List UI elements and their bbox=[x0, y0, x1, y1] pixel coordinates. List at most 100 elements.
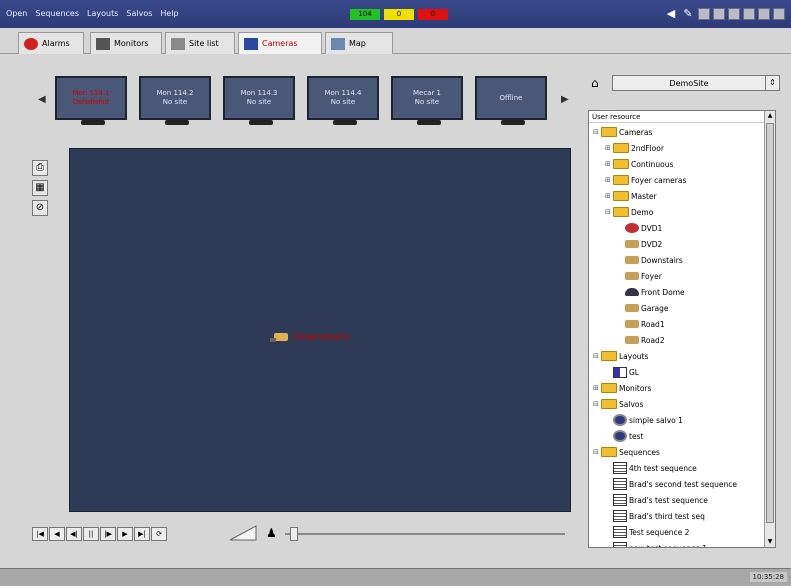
tree-node[interactable]: ⊟ Salvos bbox=[589, 396, 765, 412]
tree-node[interactable]: DVD2 bbox=[589, 236, 765, 252]
tree-node[interactable]: new test sequence 1 bbox=[589, 540, 765, 547]
play-button[interactable]: ▶ bbox=[117, 527, 133, 541]
layout-4x4-button[interactable] bbox=[743, 8, 755, 20]
timeline-slider-track[interactable] bbox=[285, 533, 565, 535]
layout-3x3-button[interactable] bbox=[728, 8, 740, 20]
person-icon[interactable]: ♟ bbox=[266, 526, 277, 540]
rewind-button[interactable]: ◀ bbox=[49, 527, 65, 541]
layout-2x2-button[interactable] bbox=[713, 8, 725, 20]
monitor-site: No site bbox=[162, 98, 188, 106]
warning-count-badge[interactable]: 0 bbox=[384, 9, 414, 20]
tab-label: Map bbox=[349, 39, 366, 48]
site-icon: ⌂ bbox=[591, 76, 599, 90]
tab-label: Cameras bbox=[262, 39, 298, 48]
scroll-up-icon[interactable]: ▲ bbox=[765, 111, 775, 121]
ok-count-badge[interactable]: 104 bbox=[350, 9, 380, 20]
collapse-icon[interactable]: ⊟ bbox=[605, 208, 613, 216]
folder-icon bbox=[613, 191, 629, 201]
tab-cameras[interactable]: Cameras bbox=[238, 32, 322, 54]
speaker-icon[interactable]: ◀ bbox=[664, 7, 678, 21]
tree-node[interactable]: Downstairs bbox=[589, 252, 765, 268]
tree-node-label: simple salvo 1 bbox=[629, 415, 683, 425]
menu-salvos[interactable]: Salvos bbox=[126, 9, 152, 18]
alarm-count-badge[interactable]: 0 bbox=[418, 9, 448, 20]
collapse-icon[interactable]: ⊟ bbox=[593, 400, 601, 408]
tree-node[interactable]: Test sequence 2 bbox=[589, 524, 765, 540]
tree-node[interactable]: Garage bbox=[589, 300, 765, 316]
tree-node-label: 2ndFloor bbox=[631, 143, 664, 153]
tab-site-list[interactable]: Site list bbox=[165, 32, 235, 54]
tree-node[interactable]: ⊞ Master bbox=[589, 188, 765, 204]
tree-node[interactable]: Road1 bbox=[589, 316, 765, 332]
go-to-end-button[interactable]: ▶| bbox=[134, 527, 150, 541]
camera-icon bbox=[244, 37, 258, 50]
tree-node[interactable]: test bbox=[589, 428, 765, 444]
monitor-tile[interactable]: Mon 114.1 Dsfsdfsfsd bbox=[55, 76, 127, 125]
tree-node[interactable]: Brad's third test seq bbox=[589, 508, 765, 524]
go-to-start-button[interactable]: |◀ bbox=[32, 527, 48, 541]
pause-button[interactable]: || bbox=[83, 527, 99, 541]
tree-node[interactable]: GL bbox=[589, 364, 765, 380]
monitor-tile[interactable]: Mon 114.4 No site bbox=[307, 76, 379, 125]
tree-node[interactable]: ⊞ Monitors bbox=[589, 380, 765, 396]
menu-sequences[interactable]: Sequences bbox=[35, 9, 79, 18]
tree-node[interactable]: Foyer bbox=[589, 268, 765, 284]
tree-node[interactable]: Road2 bbox=[589, 332, 765, 348]
video-viewport[interactable]: Downstairs bbox=[69, 148, 571, 512]
collapse-icon[interactable]: ⊟ bbox=[593, 448, 601, 456]
layout-icon[interactable]: ▦ bbox=[32, 180, 48, 196]
collapse-icon[interactable]: ⊟ bbox=[593, 128, 601, 136]
tree-node[interactable]: Brad's second test sequence bbox=[589, 476, 765, 492]
tree-scrollbar[interactable]: ▲ ▼ bbox=[764, 111, 775, 547]
tree-node[interactable]: ⊞ 2ndFloor bbox=[589, 140, 765, 156]
tree-node[interactable]: ⊟ Demo bbox=[589, 204, 765, 220]
tree-node[interactable]: Front Dome bbox=[589, 284, 765, 300]
monitor-tile[interactable]: Mon 114.3 No site bbox=[223, 76, 295, 125]
monitor-tile[interactable]: Offline bbox=[475, 76, 547, 125]
tree-node[interactable]: simple salvo 1 bbox=[589, 412, 765, 428]
tree-node[interactable]: 4th test sequence bbox=[589, 460, 765, 476]
salvo-icon[interactable]: ⊘ bbox=[32, 200, 48, 216]
expand-icon[interactable]: ⊞ bbox=[605, 192, 613, 200]
resource-tree: ⊟ Cameras ⊞ 2ndFloor ⊞ Continuous ⊞ Foyer camer… bbox=[589, 124, 765, 547]
expand-icon[interactable]: ⊞ bbox=[605, 160, 613, 168]
site-select[interactable]: DemoSite ⇕ bbox=[612, 75, 780, 91]
chevron-down-icon[interactable]: ⇕ bbox=[765, 76, 779, 90]
tree-node[interactable]: ⊟ Layouts bbox=[589, 348, 765, 364]
step-back-button[interactable]: ◀| bbox=[66, 527, 82, 541]
menu-layouts[interactable]: Layouts bbox=[87, 9, 118, 18]
monitor-tile[interactable]: Mecar 1 No site bbox=[391, 76, 463, 125]
expand-icon[interactable]: ⊞ bbox=[605, 144, 613, 152]
clock: 10:35:28 bbox=[749, 572, 787, 582]
tab-map[interactable]: Map bbox=[325, 32, 393, 54]
tree-node[interactable]: ⊞ Continuous bbox=[589, 156, 765, 172]
timeline-slider-thumb[interactable] bbox=[290, 527, 298, 541]
tree-node[interactable]: ⊟ Sequences bbox=[589, 444, 765, 460]
tree-node[interactable]: Brad's test sequence bbox=[589, 492, 765, 508]
tab-alarms[interactable]: Alarms bbox=[18, 32, 84, 54]
live-button[interactable]: ⟳ bbox=[151, 527, 167, 541]
tab-monitors[interactable]: Monitors bbox=[90, 32, 162, 54]
tool-icon[interactable]: ✎ bbox=[681, 7, 695, 21]
tree-node[interactable]: ⊞ Foyer cameras bbox=[589, 172, 765, 188]
tree-node[interactable]: ⊟ Cameras bbox=[589, 124, 765, 140]
close-button[interactable] bbox=[773, 8, 785, 20]
volume-icon[interactable] bbox=[228, 524, 258, 542]
layout-1x1-button[interactable] bbox=[698, 8, 710, 20]
monitor-tile[interactable]: Mon 114.2 No site bbox=[139, 76, 211, 125]
menu-help[interactable]: Help bbox=[160, 9, 178, 18]
scroll-left-arrow-icon[interactable]: ◀ bbox=[38, 94, 46, 105]
scroll-down-icon[interactable]: ▼ bbox=[765, 537, 775, 547]
tree-node-label: Brad's third test seq bbox=[629, 511, 705, 521]
monitor-site: No site bbox=[246, 98, 272, 106]
minimize-button[interactable] bbox=[758, 8, 770, 20]
collapse-icon[interactable]: ⊟ bbox=[593, 352, 601, 360]
scrollbar-thumb[interactable] bbox=[766, 123, 774, 523]
menu-open[interactable]: Open bbox=[6, 9, 27, 18]
expand-icon[interactable]: ⊞ bbox=[593, 384, 601, 392]
scroll-right-arrow-icon[interactable]: ▶ bbox=[561, 94, 569, 105]
expand-icon[interactable]: ⊞ bbox=[605, 176, 613, 184]
tree-node[interactable]: DVD1 bbox=[589, 220, 765, 236]
snapshot-icon[interactable]: ⎙ bbox=[32, 160, 48, 176]
step-forward-button[interactable]: |▶ bbox=[100, 527, 116, 541]
